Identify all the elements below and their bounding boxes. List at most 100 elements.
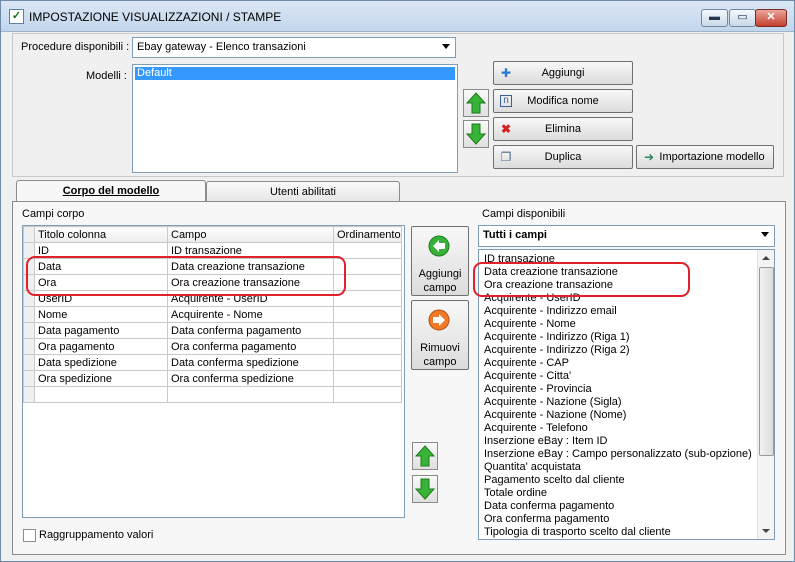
cell-title[interactable]: Data pagamento xyxy=(34,322,168,339)
cell-field[interactable] xyxy=(167,386,334,403)
arrow-up-icon xyxy=(414,445,436,467)
arrow-left-circle-icon xyxy=(428,235,450,257)
cell-title[interactable]: Ora pagamento xyxy=(34,338,168,355)
cell-sort[interactable] xyxy=(333,370,402,387)
delete-x-icon: ✖ xyxy=(500,122,512,136)
list-item[interactable]: Acquirente - Citta' xyxy=(479,370,774,383)
row-indicator xyxy=(23,386,35,403)
grouping-label: Raggruppamento valori xyxy=(39,529,154,541)
column-header-title[interactable]: Titolo colonna xyxy=(34,226,168,243)
close-button[interactable]: ✕ xyxy=(755,9,787,27)
table-row[interactable]: Ora pagamento Ora conferma pagamento xyxy=(23,338,402,355)
cell-sort[interactable] xyxy=(333,354,402,371)
list-item[interactable]: Acquirente - Indirizzo (Riga 2) xyxy=(479,344,774,357)
add-field-label: Aggiungi campo xyxy=(418,268,462,294)
cell-field[interactable]: Data conferma spedizione xyxy=(167,354,334,371)
table-row[interactable]: Data pagamento Data conferma pagamento xyxy=(23,322,402,339)
import-icon: ➜ xyxy=(643,150,655,164)
add-field-button[interactable]: Aggiungi campo xyxy=(411,226,469,296)
cell-field[interactable]: Ora conferma pagamento xyxy=(167,338,334,355)
available-list-scrollbar[interactable] xyxy=(757,250,774,539)
maximize-button[interactable]: ▭ xyxy=(729,9,756,27)
cell-field[interactable]: Acquirente - Nome xyxy=(167,306,334,323)
model-body-panel: Campi corpo Titolo colonna Campo Ordinam… xyxy=(12,201,786,555)
cell-field[interactable]: Data conferma pagamento xyxy=(167,322,334,339)
grid-header-row: Titolo colonna Campo Ordinamento xyxy=(23,226,402,243)
table-row[interactable]: Ora spedizione Ora conferma spedizione xyxy=(23,370,402,387)
list-item[interactable]: Data conferma pagamento xyxy=(479,500,774,513)
row-indicator xyxy=(23,338,35,355)
tab-enabled-users[interactable]: Utenti abilitati xyxy=(206,181,400,202)
list-item[interactable]: Acquirente - Telefono xyxy=(479,422,774,435)
column-header-sort[interactable]: Ordinamento xyxy=(333,226,402,243)
grid-corner xyxy=(23,226,35,243)
rename-icon: n xyxy=(500,95,512,107)
cell-sort[interactable] xyxy=(333,338,402,355)
minimize-button[interactable]: ▬ xyxy=(701,9,728,27)
scroll-thumb[interactable] xyxy=(759,267,774,456)
list-item[interactable]: Inserzione eBay : Item ID xyxy=(479,435,774,448)
duplicate-icon: ❐ xyxy=(500,150,512,164)
list-item[interactable]: Acquirente - Indirizzo email xyxy=(479,305,774,318)
add-model-icon: ✚ xyxy=(500,66,512,80)
add-model-button[interactable]: ✚ Aggiungi xyxy=(493,61,633,85)
list-item[interactable]: Acquirente - CAP xyxy=(479,357,774,370)
model-item-default[interactable]: Default xyxy=(135,67,455,80)
remove-field-button[interactable]: Rimuovi campo xyxy=(411,300,469,370)
move-model-up-button[interactable] xyxy=(463,89,489,117)
chevron-down-icon xyxy=(761,232,769,237)
column-header-field[interactable]: Campo xyxy=(167,226,334,243)
cell-sort[interactable] xyxy=(333,322,402,339)
procedure-value: Ebay gateway - Elenco transazioni xyxy=(137,41,306,53)
list-item[interactable]: Ora conferma pagamento xyxy=(479,513,774,526)
available-filter-select[interactable]: Tutti i campi xyxy=(478,225,775,247)
list-item[interactable]: Totale ordine xyxy=(479,487,774,500)
list-item[interactable]: Acquirente - Nome xyxy=(479,318,774,331)
scroll-up-icon[interactable] xyxy=(762,256,770,260)
procedure-group: Procedure disponibili : Ebay gateway - E… xyxy=(12,33,784,177)
grouping-checkbox[interactable] xyxy=(23,529,36,542)
available-fields-label: Campi disponibili xyxy=(482,208,566,220)
models-label: Modelli : xyxy=(86,70,127,82)
list-item[interactable]: Acquirente - Provincia xyxy=(479,383,774,396)
table-row[interactable]: Data spedizione Data conferma spedizione xyxy=(23,354,402,371)
rename-model-button[interactable]: n Modifica nome xyxy=(493,89,633,113)
list-item[interactable]: Tipologia di trasporto scelto dal client… xyxy=(479,526,774,539)
tab-model-body[interactable]: Corpo del modello xyxy=(16,180,206,203)
list-item[interactable]: Pagamento scelto dal cliente xyxy=(479,474,774,487)
body-fields-label: Campi corpo xyxy=(22,208,85,220)
row-indicator xyxy=(23,354,35,371)
move-model-down-button[interactable] xyxy=(463,120,489,148)
cell-sort[interactable] xyxy=(333,242,402,259)
list-item[interactable]: Quantita' acquistata xyxy=(479,461,774,474)
cell-title[interactable]: Nome xyxy=(34,306,168,323)
delete-model-button[interactable]: ✖ Elimina xyxy=(493,117,633,141)
cell-field[interactable]: Ora conferma spedizione xyxy=(167,370,334,387)
title-bar: ✓ IMPOSTAZIONE VISUALIZZAZIONI / STAMPE … xyxy=(1,1,794,32)
cell-sort[interactable] xyxy=(333,306,402,323)
move-field-down-button[interactable] xyxy=(412,475,438,503)
table-row[interactable]: Nome Acquirente - Nome xyxy=(23,306,402,323)
available-filter-value: Tutti i campi xyxy=(483,229,547,241)
import-model-button[interactable]: ➜ Importazione modello xyxy=(636,145,774,169)
cell-title[interactable]: Data spedizione xyxy=(34,354,168,371)
duplicate-model-button[interactable]: ❐ Duplica xyxy=(493,145,633,169)
cell-title[interactable]: Ora spedizione xyxy=(34,370,168,387)
table-row[interactable] xyxy=(23,386,402,403)
list-item[interactable]: Acquirente - Nazione (Nome) xyxy=(479,409,774,422)
arrow-down-icon xyxy=(465,123,487,145)
list-item[interactable]: Acquirente - Nazione (Sigla) xyxy=(479,396,774,409)
procedure-select[interactable]: Ebay gateway - Elenco transazioni xyxy=(132,37,456,58)
scroll-down-icon[interactable] xyxy=(762,529,770,533)
highlight-annotation-list xyxy=(473,262,690,297)
chevron-down-icon xyxy=(442,44,450,49)
cell-title[interactable] xyxy=(34,386,168,403)
highlight-annotation-grid xyxy=(26,256,346,296)
arrow-right-circle-icon xyxy=(428,309,450,331)
models-list[interactable]: Default xyxy=(132,64,458,173)
cell-sort[interactable] xyxy=(333,386,402,403)
list-item[interactable]: Inserzione eBay : Campo personalizzato (… xyxy=(479,448,774,461)
app-check-icon: ✓ xyxy=(9,9,24,24)
list-item[interactable]: Acquirente - Indirizzo (Riga 1) xyxy=(479,331,774,344)
move-field-up-button[interactable] xyxy=(412,442,438,470)
